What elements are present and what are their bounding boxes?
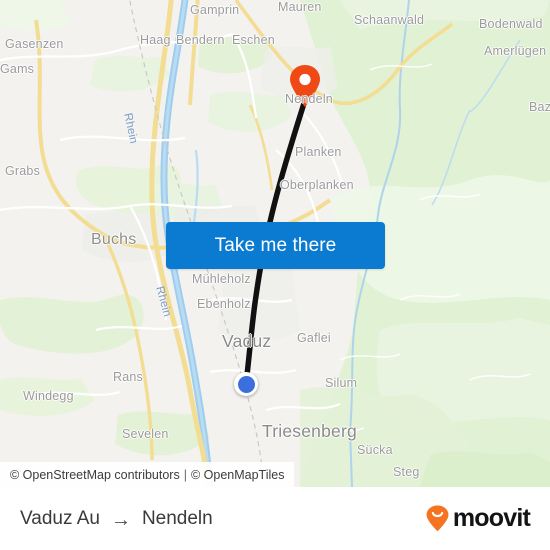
trip-origin-label: Vaduz Au <box>20 507 100 529</box>
moovit-logo[interactable]: moovit <box>424 504 531 532</box>
map-attribution: © OpenStreetMap contributors | © OpenMap… <box>0 462 550 487</box>
arrow-right-icon: → <box>110 508 131 531</box>
moovit-wordmark: moovit <box>452 504 531 532</box>
trip-footer: Vaduz Au → Nendeln moovit <box>0 487 550 550</box>
map-canvas[interactable]: Gasenzen Gams Grabs Buchs Windegg Rans Sevelen… <box>0 0 550 487</box>
destination-pin-icon[interactable] <box>288 64 322 108</box>
attribution-separator: | <box>183 467 187 482</box>
attribution-osm[interactable]: © OpenStreetMap contributors <box>10 468 180 482</box>
moovit-trip-screen: Gasenzen Gams Grabs Buchs Windegg Rans Sevelen… <box>0 0 550 550</box>
moovit-pin-icon <box>426 505 449 532</box>
attribution-maptiles[interactable]: © OpenMapTiles <box>191 468 285 482</box>
trip-destination-label: Nendeln <box>141 507 213 529</box>
take-me-there-button[interactable]: Take me there <box>166 222 385 269</box>
origin-location-dot-icon[interactable] <box>234 372 258 396</box>
trip-summary: Vaduz Au → Nendeln <box>20 508 213 530</box>
